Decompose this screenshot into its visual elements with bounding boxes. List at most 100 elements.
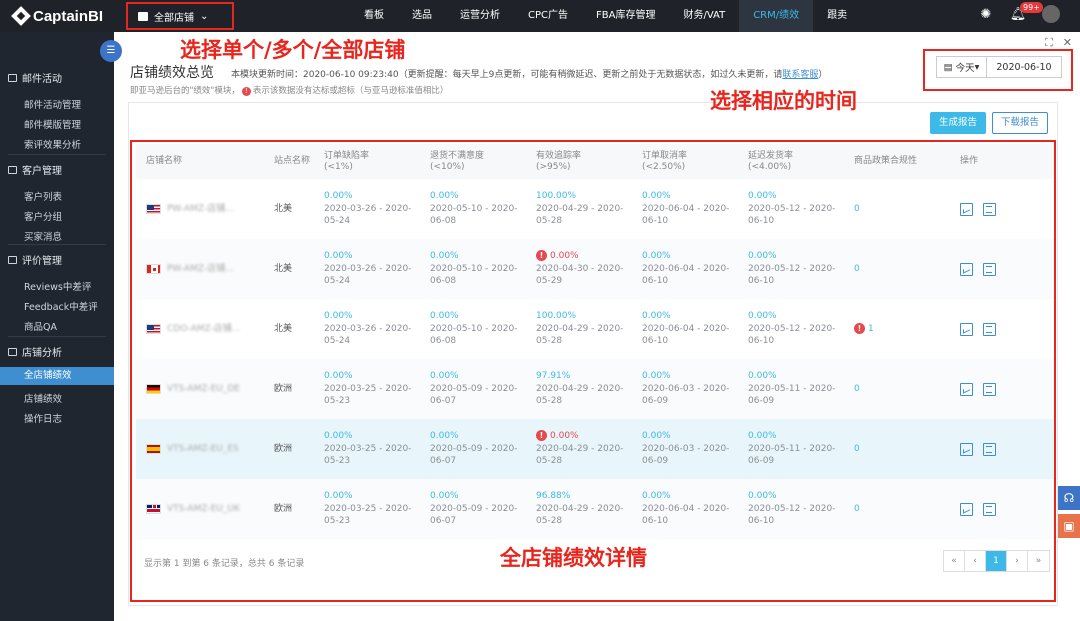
metric-value: 0.00%: [642, 310, 738, 323]
report-doc-icon[interactable]: [983, 382, 996, 396]
support-icon[interactable]: ☊: [1058, 486, 1080, 510]
annotation-select-time: 选择相应的时间: [710, 89, 857, 113]
metric-cell: ! 0.00% 2020-04-30 - 2020-05-29: [526, 239, 632, 299]
nav-item[interactable]: 跟卖: [813, 0, 861, 32]
nav-item[interactable]: CRM/绩效: [739, 0, 814, 32]
sidebar-item[interactable]: 买家消息: [24, 229, 62, 243]
sidebar-item[interactable]: 店铺绩效: [24, 391, 62, 405]
nav-item[interactable]: 看板: [350, 0, 398, 32]
report-doc-icon[interactable]: [983, 322, 996, 336]
metric-value: 100.00%: [536, 190, 632, 203]
sidebar-item[interactable]: 邮件活动管理: [24, 97, 81, 111]
gift-icon[interactable]: ▣: [1058, 514, 1080, 538]
date-range-select[interactable]: ▤ 今天 ▾: [937, 57, 987, 77]
sidebar-item[interactable]: Feedback中差评: [24, 299, 98, 313]
sidebar-item[interactable]: Reviews中差评: [24, 279, 91, 293]
date-input[interactable]: 2020-06-10: [987, 57, 1061, 77]
pager-button[interactable]: ‹: [965, 551, 986, 571]
contact-link[interactable]: 联系客服: [782, 70, 818, 80]
report-doc-icon[interactable]: [983, 442, 996, 456]
report-doc-icon[interactable]: [983, 502, 996, 516]
expand-icon[interactable]: ⛶: [1045, 36, 1053, 50]
column-header: 有效追踪率 (>95%): [526, 144, 632, 179]
metric-cell: 0.00% 2020-03-25 - 2020-05-23: [314, 359, 420, 419]
download-report-button[interactable]: 下载报告: [992, 112, 1049, 134]
store-icon: [138, 11, 148, 21]
table-row[interactable]: CDO-AMZ-店铺... 北美 0.00% 2020-03-26 - 2020-05…: [136, 299, 1054, 359]
pager-button[interactable]: «: [944, 551, 965, 571]
metric-value: 0.00%: [324, 490, 420, 503]
pager-button[interactable]: ›: [1007, 551, 1028, 571]
nav-item[interactable]: FBA库存管理: [582, 0, 669, 32]
pager-button[interactable]: »: [1028, 551, 1049, 571]
bell-icon[interactable]: 🔔︎ 99+: [1010, 2, 1043, 22]
report-doc-icon[interactable]: [983, 262, 996, 276]
trend-chart-icon[interactable]: [960, 502, 973, 516]
metric-value-text: 0.00%: [430, 431, 459, 442]
sidebar-section-title: 客户管理: [22, 166, 62, 177]
top-icons: ✺ 🔔︎ 99+: [978, 2, 1060, 23]
sidebar-item[interactable]: 索评效果分析: [24, 137, 81, 151]
site-cell: 欧洲: [264, 479, 314, 539]
sidebar-collapse-icon[interactable]: ☰: [100, 40, 122, 62]
section-icon: [8, 255, 17, 264]
avatar[interactable]: [1042, 5, 1060, 23]
policy-value[interactable]: 0: [854, 444, 860, 454]
nav-item[interactable]: 财务/VAT: [669, 0, 739, 32]
policy-value[interactable]: 0: [854, 504, 860, 514]
sidebar-section[interactable]: 邮件活动: [8, 70, 62, 85]
nav-item[interactable]: 运营分析: [446, 0, 514, 32]
policy-value[interactable]: ! 1: [854, 322, 874, 334]
table-row[interactable]: VTS-AMZ-EU_UK 欧洲 0.00% 2020-03-25 - 2020-05…: [136, 479, 1054, 539]
table-row[interactable]: VTS-AMZ-EU_DE 欧洲 0.00% 2020-03-25 - 2020-05…: [136, 359, 1054, 419]
store-selector[interactable]: 全部店铺 ⌄: [138, 6, 208, 26]
metric-value: 0.00%: [748, 370, 844, 383]
metric-value: 0.00%: [642, 250, 738, 263]
nav-item[interactable]: 选品: [398, 0, 446, 32]
metric-value-text: 0.00%: [642, 371, 671, 382]
sidebar-item[interactable]: 客户列表: [24, 189, 62, 203]
store-cell: CDO-AMZ-店铺...: [136, 299, 264, 359]
logo[interactable]: CaptainBI: [11, 6, 103, 26]
metric-date-range: 2020-05-12 - 2020-06-10: [748, 503, 836, 527]
metric-value-text: 0.00%: [642, 491, 671, 502]
table-row[interactable]: PW-AMZ-店铺... 北美 0.00% 2020-03-26 - 2020-05-…: [136, 239, 1054, 299]
site-cell: 欧洲: [264, 419, 314, 479]
sidebar-item[interactable]: 商品QA: [24, 319, 57, 333]
bug-icon[interactable]: ✺: [978, 6, 994, 22]
sidebar-section[interactable]: 店铺分析: [8, 344, 62, 359]
nav-item[interactable]: CPC广告: [514, 0, 582, 32]
generate-report-button[interactable]: 生成报告: [930, 112, 987, 134]
sidebar-item[interactable]: 客户分组: [24, 209, 62, 223]
metric-date-range: 2020-06-04 - 2020-06-10: [642, 323, 730, 347]
table-row[interactable]: VTS-AMZ-EU_ES 欧洲 0.00% 2020-03-25 - 2020-05…: [136, 419, 1054, 479]
metric-cell: 0.00% 2020-06-03 - 2020-06-09: [632, 359, 738, 419]
policy-value[interactable]: 0: [854, 264, 860, 274]
date-picker: ▤ 今天 ▾ 2020-06-10: [936, 56, 1062, 78]
ops-cell: [950, 179, 1054, 239]
close-icon[interactable]: ✕: [1063, 36, 1072, 50]
chevron-down-icon: ⌄: [200, 10, 209, 22]
sidebar-item[interactable]: 邮件模版管理: [24, 117, 81, 131]
sidebar-section[interactable]: 评价管理: [8, 252, 62, 267]
sidebar-item[interactable]: 操作日志: [24, 411, 62, 425]
metric-date-range: 2020-06-04 - 2020-06-10: [642, 203, 730, 227]
trend-chart-icon[interactable]: [960, 442, 973, 456]
page-note: 即亚马逊后台的"绩效"模块，! 表示该数据没有达标或超标（与亚马逊标准值相比）: [130, 84, 448, 96]
table-row[interactable]: PW-AMZ-店铺... 北美 0.00% 2020-03-26 - 2020-05-…: [136, 179, 1054, 239]
trend-chart-icon[interactable]: [960, 382, 973, 396]
policy-value[interactable]: 0: [854, 204, 860, 214]
metric-value: 0.00%: [642, 370, 738, 383]
metric-date-range: 2020-05-12 - 2020-06-10: [748, 203, 836, 227]
trend-chart-icon[interactable]: [960, 262, 973, 276]
trend-chart-icon[interactable]: [960, 202, 973, 216]
trend-chart-icon[interactable]: [960, 322, 973, 336]
report-doc-icon[interactable]: [983, 202, 996, 216]
policy-value[interactable]: 0: [854, 384, 860, 394]
pager-button[interactable]: 1: [986, 551, 1007, 571]
sidebar-section[interactable]: 客户管理: [8, 162, 62, 177]
table-body: PW-AMZ-店铺... 北美 0.00% 2020-03-26 - 2020-05-…: [136, 179, 1054, 539]
metric-date-range: 2020-04-29 - 2020-05-28: [536, 203, 624, 227]
sidebar-item[interactable]: 全店铺绩效: [0, 367, 114, 385]
metric-value-text: 97.91%: [536, 371, 571, 382]
